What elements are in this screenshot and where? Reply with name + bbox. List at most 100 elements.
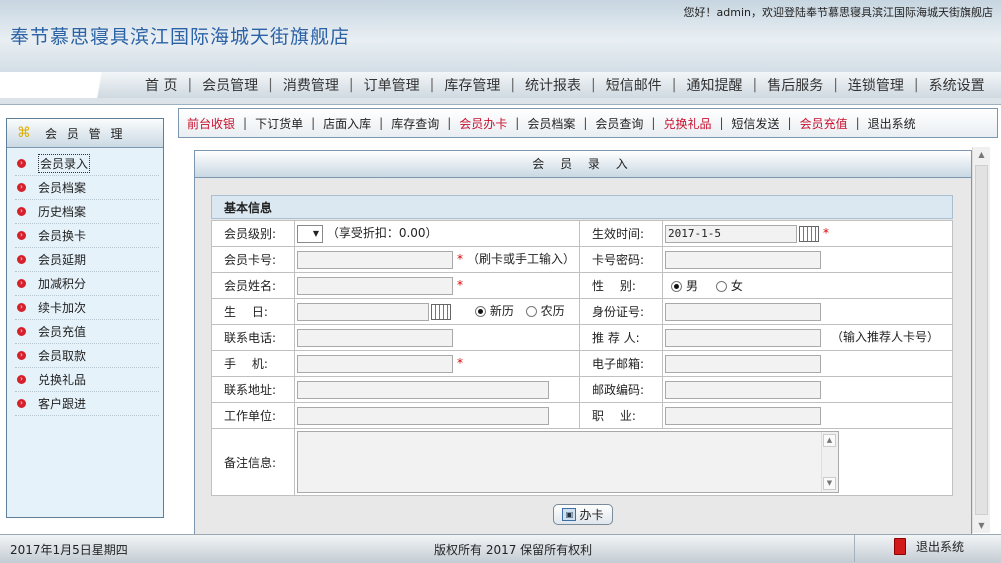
gender-female-label: 女 (730, 279, 743, 293)
card-number-label: 会员卡号: (211, 246, 295, 273)
scroll-down-icon[interactable]: ▼ (976, 521, 987, 530)
page-scrollbar[interactable]: ▲ ▼ (972, 147, 990, 533)
issue-card-button-label: 办卡 (579, 508, 604, 522)
panel-title: 会 员 录 入 (195, 151, 971, 178)
bullet-icon: › (17, 375, 26, 384)
gender-male-radio[interactable] (671, 281, 682, 292)
calendar-icon[interactable] (799, 225, 819, 242)
sidebar-item-redeem-gift[interactable]: › 兑换礼品 (15, 368, 159, 392)
quick-nav-logout[interactable]: 退出系统 (860, 115, 924, 132)
employer-input[interactable] (297, 406, 549, 425)
sidebar-item-withdraw[interactable]: › 会员取款 (15, 344, 159, 368)
sidebar-item-customer-followup[interactable]: › 客户跟进 (15, 392, 159, 416)
solar-calendar-radio[interactable] (474, 306, 486, 318)
sidebar-header: ⌘ 会 员 管 理 (7, 119, 163, 148)
sidebar-item-points-adjust[interactable]: › 加减积分 (15, 272, 159, 296)
postcode-input[interactable] (665, 380, 821, 399)
lunar-calendar-label: 农历 (540, 304, 565, 319)
member-level-select[interactable]: ▼ (297, 224, 323, 243)
nav-inventory-management[interactable]: 库存管理 (434, 75, 510, 95)
card-hint: （刷卡或手工输入） (467, 252, 576, 267)
phone-input[interactable] (297, 328, 453, 347)
calendar-icon[interactable] (431, 303, 451, 320)
sidebar-item-renew-card[interactable]: › 续卡加次 (15, 296, 159, 320)
app-title: 奉节慕思寝具滨江国际海城天街旗舰店 (10, 26, 351, 48)
nav-sms-email[interactable]: 短信邮件 (596, 75, 672, 95)
quick-nav-recharge[interactable]: 会员充值 (792, 115, 856, 132)
quick-nav-store-stock-in[interactable]: 店面入库 (315, 115, 379, 132)
member-name-input[interactable] (297, 276, 453, 295)
name-label: 会员姓名: (211, 272, 295, 299)
mobile-label: 手 机: (211, 350, 295, 377)
nav-system-settings[interactable]: 系统设置 (919, 75, 995, 95)
sidebar-item-recharge[interactable]: › 会员充值 (15, 320, 159, 344)
sidebar-title: 会 员 管 理 (45, 126, 126, 141)
nav-notifications[interactable]: 通知提醒 (676, 75, 752, 95)
postcode-label: 邮政编码: (579, 376, 663, 403)
gender-male-label: 男 (686, 279, 699, 293)
gender-label: 性 别: (579, 272, 663, 299)
occupation-input[interactable] (665, 406, 821, 425)
card-number-input[interactable] (297, 250, 453, 269)
quick-nav-member-query[interactable]: 会员查询 (587, 115, 651, 132)
member-form: 会员级别: ▼ （享受折扣：0.00） 生效时间: 2017-1-5 * 会员卡号… (211, 220, 953, 496)
remarks-textarea[interactable]: ▲ ▼ (297, 431, 839, 493)
birthday-input[interactable] (297, 302, 429, 321)
address-label: 联系地址: (211, 376, 295, 403)
employer-label: 工作单位: (211, 402, 295, 429)
bullet-icon: › (17, 231, 26, 240)
footer-date: 2017年1月5日星期四 (10, 543, 128, 557)
member-entry-panel: 会 员 录 入 基本信息 会员级别: ▼ （享受折扣：0.00） 生效时间: 2… (194, 150, 972, 535)
quick-nav: 前台收银 | 下订货单 | 店面入库 | 库存查询 | 会员办卡 | 会员档案 | 会员查询… (178, 108, 998, 138)
sidebar-item-extension[interactable]: › 会员延期 (15, 248, 159, 272)
bullet-icon: › (17, 351, 26, 360)
lunar-calendar-radio[interactable] (525, 306, 537, 318)
textarea-scrollbar[interactable]: ▲ ▼ (821, 432, 838, 492)
quick-nav-inventory-query[interactable]: 库存查询 (383, 115, 447, 132)
bullet-icon: › (17, 399, 26, 408)
nav-order-management[interactable]: 订单管理 (354, 75, 430, 95)
nav-home[interactable]: 首 页 (135, 75, 187, 95)
birthday-label: 生 日: (211, 298, 295, 325)
quick-nav-issue-card[interactable]: 会员办卡 (451, 115, 515, 132)
address-input[interactable] (297, 380, 549, 399)
bullet-icon: › (17, 303, 26, 312)
nav-reports[interactable]: 统计报表 (515, 75, 591, 95)
referrer-input[interactable] (665, 328, 821, 347)
mobile-input[interactable] (297, 354, 453, 373)
quick-nav-member-archive[interactable]: 会员档案 (519, 115, 583, 132)
scroll-down-icon[interactable]: ▼ (823, 477, 836, 490)
discount-hint: （享受折扣：0.00） (326, 226, 438, 241)
quick-nav-redeem-gift[interactable]: 兑换礼品 (655, 115, 719, 132)
email-input[interactable] (665, 354, 821, 373)
sidebar-item-card-change[interactable]: › 会员换卡 (15, 224, 159, 248)
id-number-input[interactable] (665, 302, 821, 321)
level-label: 会员级别: (211, 220, 295, 247)
scroll-up-icon[interactable]: ▲ (976, 150, 987, 159)
quick-nav-send-sms[interactable]: 短信发送 (724, 115, 788, 132)
phone-label: 联系电话: (211, 324, 295, 351)
referrer-label: 推 荐 人: (579, 324, 663, 351)
footer-exit-button[interactable]: 退出系统 (894, 538, 964, 555)
nav-member-management[interactable]: 会员管理 (192, 75, 268, 95)
sidebar: ⌘ 会 员 管 理 › 会员录入 › 会员档案 › 历史档案 › 会员换卡 › 会员延期 … (6, 118, 164, 518)
card-password-label: 卡号密码: (579, 246, 663, 273)
nav-consumption-management[interactable]: 消费管理 (273, 75, 349, 95)
quick-nav-front-cashier[interactable]: 前台收银 (179, 115, 243, 132)
issue-card-button[interactable]: ▣ 办卡 (553, 504, 613, 525)
gender-female-radio[interactable] (715, 281, 727, 292)
section-header: 基本信息 (211, 195, 953, 219)
scrollbar-thumb[interactable] (975, 165, 988, 515)
sidebar-item-history-archive[interactable]: › 历史档案 (15, 200, 159, 224)
sidebar-item-member-entry[interactable]: › 会员录入 (15, 152, 159, 176)
nav-after-sales[interactable]: 售后服务 (757, 75, 833, 95)
effective-date-input[interactable]: 2017-1-5 (665, 224, 797, 243)
exit-icon (894, 538, 906, 555)
nav-chain-management[interactable]: 连锁管理 (838, 75, 914, 95)
sidebar-item-member-archive[interactable]: › 会员档案 (15, 176, 159, 200)
card-password-input[interactable] (665, 250, 821, 269)
quick-nav-place-order[interactable]: 下订货单 (247, 115, 311, 132)
bullet-icon: › (17, 327, 26, 336)
id-number-label: 身份证号: (579, 298, 663, 325)
scroll-up-icon[interactable]: ▲ (823, 434, 836, 447)
